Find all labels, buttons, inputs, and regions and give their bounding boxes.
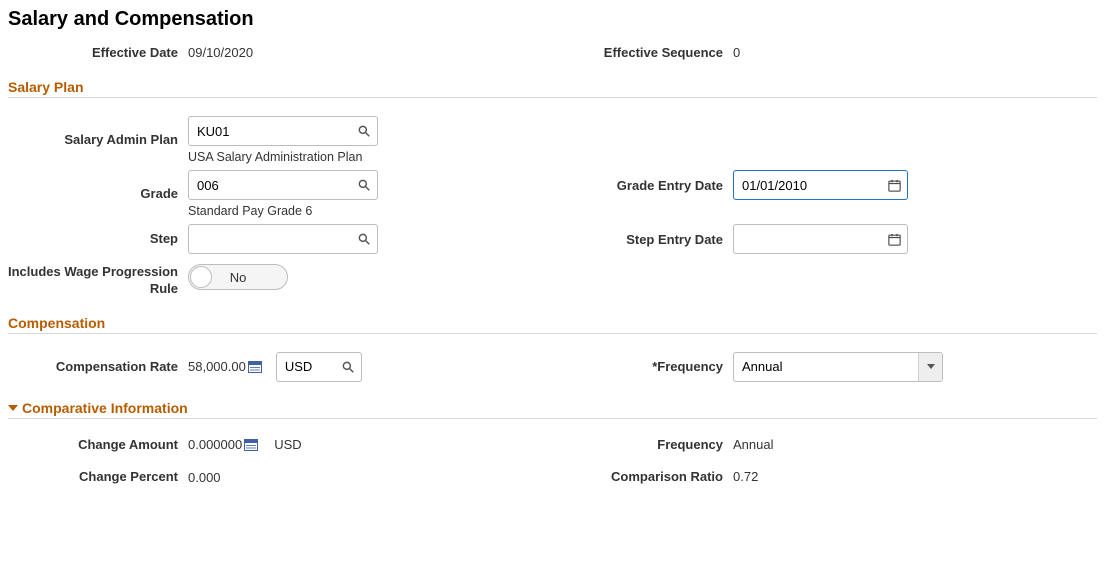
calendar-icon[interactable] [884, 229, 904, 249]
lookup-icon[interactable] [354, 229, 374, 249]
grade-desc: Standard Pay Grade 6 [188, 204, 378, 218]
effective-sequence-value: 0 [733, 45, 740, 60]
detail-icon[interactable] [248, 361, 262, 373]
salary-admin-plan-label: Salary Admin Plan [8, 132, 188, 148]
calendar-icon[interactable] [884, 175, 904, 195]
grade-label: Grade [8, 186, 188, 202]
grade-entry-date-input[interactable] [733, 170, 908, 200]
header-row: Effective Date 09/10/2020 Effective Sequ… [8, 45, 1097, 61]
comparison-ratio-value: 0.72 [733, 469, 758, 484]
compensation-rate-value: 58,000.00 [188, 359, 246, 374]
section-comparative[interactable]: Comparative Information [8, 400, 1097, 419]
comparative-title-text: Comparative Information [22, 400, 188, 416]
effective-sequence-label: Effective Sequence [583, 45, 733, 60]
frequency-label: *Frequency [583, 359, 733, 374]
salary-admin-plan-input[interactable] [188, 116, 378, 146]
detail-icon[interactable] [244, 439, 258, 451]
toggle-value: No [189, 270, 287, 285]
frequency-select[interactable] [733, 352, 943, 382]
comparative-frequency-value: Annual [733, 437, 773, 452]
change-amount-currency: USD [274, 437, 301, 452]
lookup-icon[interactable] [354, 121, 374, 141]
wage-progression-toggle[interactable]: No [188, 264, 288, 290]
lookup-icon[interactable] [338, 357, 358, 377]
grade-entry-date-label: Grade Entry Date [583, 178, 733, 193]
step-entry-date-label: Step Entry Date [583, 232, 733, 247]
step-entry-date-input[interactable] [733, 224, 908, 254]
wage-progression-label: Includes Wage Progression Rule [8, 264, 188, 297]
change-percent-label: Change Percent [8, 469, 188, 485]
comparative-frequency-label: Frequency [583, 437, 733, 452]
step-label: Step [8, 231, 188, 247]
collapse-arrow-icon [8, 405, 18, 411]
salary-admin-plan-desc: USA Salary Administration Plan [188, 150, 378, 164]
section-compensation: Compensation [8, 315, 1097, 334]
section-salary-plan: Salary Plan [8, 79, 1097, 98]
compensation-rate-label: Compensation Rate [8, 359, 188, 375]
lookup-icon[interactable] [354, 175, 374, 195]
comparison-ratio-label: Comparison Ratio [583, 469, 733, 484]
effective-date-label: Effective Date [8, 45, 188, 61]
step-input[interactable] [188, 224, 378, 254]
grade-input[interactable] [188, 170, 378, 200]
change-amount-label: Change Amount [8, 437, 188, 453]
page-title: Salary and Compensation [8, 8, 1097, 31]
effective-date-value: 09/10/2020 [188, 45, 253, 60]
change-percent-value: 0.000 [188, 470, 221, 485]
change-amount-value: 0.000000 [188, 437, 242, 452]
